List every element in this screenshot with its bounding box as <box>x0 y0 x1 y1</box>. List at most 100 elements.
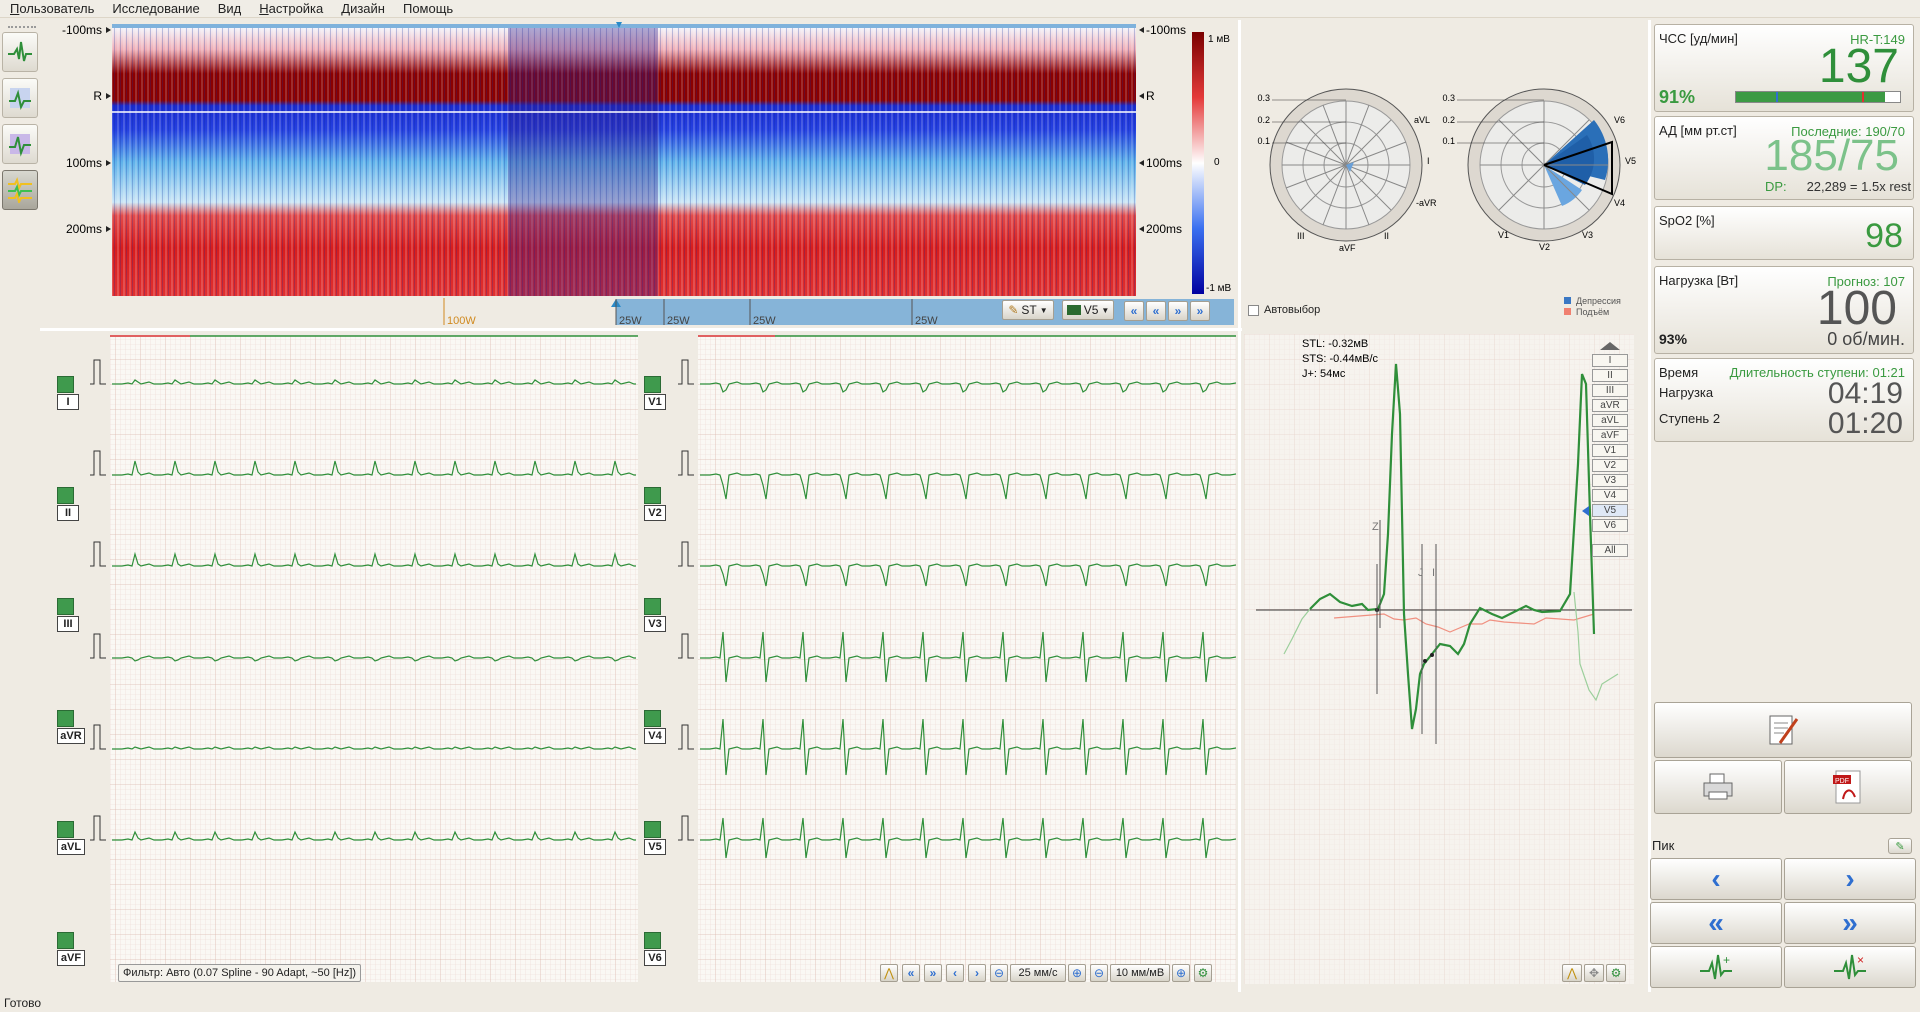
ecg-settings-button[interactable]: ⚙ <box>1194 964 1212 982</box>
lead-select[interactable]: V5 ▼ <box>1062 300 1114 320</box>
menu-user[interactable]: Пользователь <box>10 1 94 16</box>
gain-value[interactable]: 10 мм/мВ <box>1110 964 1170 982</box>
st-select[interactable]: ✎ ST ▼ <box>1002 300 1054 320</box>
complex-move-button[interactable]: ✥ <box>1584 964 1604 982</box>
menu-study[interactable]: Исследование <box>112 1 199 16</box>
lead-label-v1[interactable]: V1 <box>644 394 666 410</box>
lead-label-v3[interactable]: V3 <box>644 616 666 632</box>
ecg-next-button[interactable]: › <box>968 964 986 982</box>
complex-lead-v6[interactable]: V6 <box>1592 519 1628 532</box>
peak-first-button[interactable]: « <box>1650 902 1782 944</box>
complex-settings-button[interactable]: ⚙ <box>1606 964 1626 982</box>
complex-lead-ii[interactable]: II <box>1592 369 1628 382</box>
lead-label-ii[interactable]: II <box>57 505 79 521</box>
lead-toggle-avf[interactable] <box>57 932 74 949</box>
stage-value: 01:20 <box>1827 407 1903 440</box>
lead-toggle-ii[interactable] <box>57 487 74 504</box>
double-chevron-right-icon: » <box>1174 304 1182 318</box>
complex-lead-v3[interactable]: V3 <box>1592 474 1628 487</box>
complex-lead-v4[interactable]: V4 <box>1592 489 1628 502</box>
trend-prev-button[interactable]: « <box>1146 301 1166 321</box>
menu-settings[interactable]: Настройка <box>259 1 323 16</box>
load-value: 100 <box>1816 282 1897 335</box>
complex-lead-v1[interactable]: V1 <box>1592 444 1628 457</box>
lead-toggle-v3[interactable] <box>644 598 661 615</box>
lead-toggle-avl[interactable] <box>57 821 74 838</box>
minus-circle-icon: ⊖ <box>1093 966 1105 980</box>
hr-value: 137 <box>1818 40 1899 93</box>
svg-text:+: + <box>1723 953 1730 967</box>
speed-up-button[interactable]: ⊕ <box>1068 964 1086 982</box>
svg-text:V6: V6 <box>1614 115 1625 125</box>
svg-text:0.2: 0.2 <box>1257 115 1270 125</box>
lead-label-v4[interactable]: V4 <box>644 728 666 744</box>
complex-lead-avr[interactable]: aVR <box>1592 399 1628 412</box>
lead-toggle-v6[interactable] <box>644 932 661 949</box>
report-edit-button[interactable] <box>1654 702 1912 758</box>
complex-lead-all[interactable]: All <box>1592 544 1628 557</box>
time-scroll-track[interactable] <box>112 24 1136 28</box>
remove-peak-button[interactable]: × <box>1784 946 1916 988</box>
trend-next-button[interactable]: » <box>1168 301 1188 321</box>
lead-label-v5[interactable]: V5 <box>644 839 666 855</box>
complex-lead-iii[interactable]: III <box>1592 384 1628 397</box>
complex-lead-i[interactable]: I <box>1592 354 1628 367</box>
autoselect-checkbox[interactable]: Автовыбор <box>1248 304 1320 316</box>
marker-icon: ⋀ <box>1567 966 1577 980</box>
grip-handle[interactable] <box>8 26 36 28</box>
lead-toggle-v1[interactable] <box>644 376 661 393</box>
lead-label-v2[interactable]: V2 <box>644 505 666 521</box>
ecg-grid-svg <box>90 335 1264 982</box>
lead-label-avf[interactable]: aVF <box>57 950 85 966</box>
lead-label-avl[interactable]: aVL <box>57 839 85 855</box>
menu-design[interactable]: Дизайн <box>341 1 385 16</box>
menu-view[interactable]: Вид <box>218 1 242 16</box>
lead-toggle-i[interactable] <box>57 376 74 393</box>
menu-help[interactable]: Помощь <box>403 1 453 16</box>
speed-value[interactable]: 25 мм/с <box>1010 964 1066 982</box>
lead-toggle-v2[interactable] <box>644 487 661 504</box>
peak-last-button[interactable]: » <box>1784 902 1916 944</box>
peak-prev-button[interactable]: ‹ <box>1650 858 1782 900</box>
svg-text:III: III <box>1297 231 1305 241</box>
layout-view-button[interactable] <box>2 170 38 210</box>
filter-label[interactable]: Фильтр: Авто (0.07 Spline - 90 Adapt, ~5… <box>118 964 362 982</box>
ecg-first-button[interactable]: « <box>902 964 920 982</box>
peak-edit-button[interactable]: ✎ <box>1888 838 1912 854</box>
lead-toggle-iii[interactable] <box>57 598 74 615</box>
load-rpm: 0 об/мин. <box>1827 329 1905 349</box>
hr-label: ЧСС [уд/мин] <box>1659 31 1738 46</box>
lead-toggle-v4[interactable] <box>644 710 661 727</box>
complex-lead-v5[interactable]: V5 <box>1592 504 1628 517</box>
complex-lead-avf[interactable]: aVF <box>1592 429 1628 442</box>
pdf-export-button[interactable]: PDF <box>1784 760 1912 814</box>
lead-label-v6[interactable]: V6 <box>644 950 666 966</box>
complex-marker-button[interactable]: ⋀ <box>1562 964 1582 982</box>
ecg-view-button[interactable] <box>2 32 38 72</box>
complex-view-button[interactable] <box>2 124 38 164</box>
ecg-last-button[interactable]: » <box>924 964 942 982</box>
printer-icon <box>1703 773 1733 800</box>
add-peak-button[interactable]: + <box>1650 946 1782 988</box>
lead-label-iii[interactable]: III <box>57 616 79 632</box>
lead-scroll-up[interactable] <box>1600 342 1620 350</box>
lead-label-avr[interactable]: aVR <box>57 728 85 744</box>
trend-last-button[interactable]: » <box>1190 301 1210 321</box>
trend-heatmap-svg[interactable]: -100ms R 100ms 200ms -100ms R 100ms 200m… <box>44 20 1262 328</box>
dp-label: DP: <box>1765 179 1787 194</box>
gain-up-button[interactable]: ⊕ <box>1172 964 1190 982</box>
colorbar-top-label: 1 мВ <box>1208 34 1230 45</box>
gain-down-button[interactable]: ⊖ <box>1090 964 1108 982</box>
lead-toggle-avr[interactable] <box>57 710 74 727</box>
ecg-prev-button[interactable]: ‹ <box>946 964 964 982</box>
complex-lead-avl[interactable]: aVL <box>1592 414 1628 427</box>
ecg-marker-button[interactable]: ⋀ <box>880 964 898 982</box>
complex-lead-v2[interactable]: V2 <box>1592 459 1628 472</box>
peak-next-button[interactable]: › <box>1784 858 1916 900</box>
trend-first-button[interactable]: « <box>1124 301 1144 321</box>
print-button[interactable] <box>1654 760 1782 814</box>
lead-toggle-v5[interactable] <box>644 821 661 838</box>
lead-label-i[interactable]: I <box>57 394 79 410</box>
speed-down-button[interactable]: ⊖ <box>990 964 1008 982</box>
trend-view-button[interactable] <box>2 78 38 118</box>
